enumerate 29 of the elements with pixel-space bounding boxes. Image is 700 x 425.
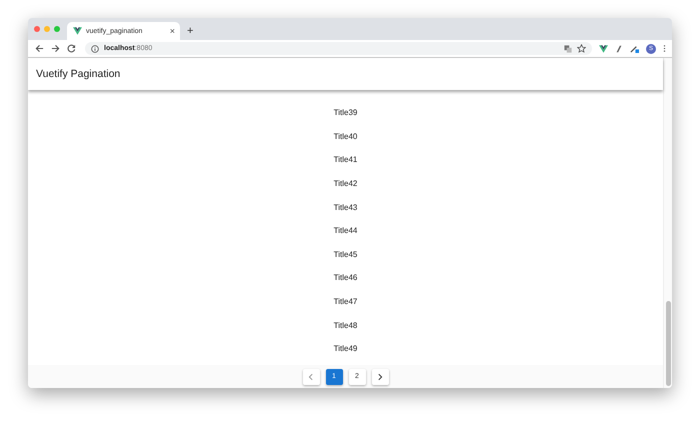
list-item: Title48 [332, 320, 358, 332]
reload-icon[interactable] [67, 44, 76, 53]
new-tab-button[interactable]: + [180, 25, 194, 40]
list-item: Title43 [332, 202, 358, 214]
list-item: Title39 [332, 107, 358, 120]
list-item: Title46 [332, 272, 358, 284]
pen-icon[interactable] [615, 44, 623, 52]
list-item: Title41 [332, 154, 358, 166]
list-item: Title45 [332, 248, 358, 261]
list-item: Title44 [332, 225, 358, 238]
list-item: Title40 [332, 130, 358, 143]
list-item: Title42 [332, 178, 358, 190]
list-item: Title49 [332, 343, 358, 356]
app-title: Vuetify Pagination [36, 68, 120, 80]
close-tab-button[interactable]: × [170, 26, 175, 36]
vue-logo-icon [73, 27, 82, 35]
eyedropper-icon[interactable] [630, 44, 639, 53]
forward-icon[interactable] [51, 44, 60, 53]
translate-icon[interactable] [564, 44, 572, 52]
info-icon [91, 44, 99, 52]
list-item: Title47 [332, 296, 358, 308]
menu-icon[interactable] [663, 44, 666, 53]
back-icon[interactable] [35, 44, 44, 53]
next-page-button[interactable] [372, 368, 388, 384]
chevron-left-icon [307, 372, 315, 380]
vue-devtools-icon[interactable] [599, 44, 608, 52]
chevron-right-icon [376, 372, 384, 380]
scrollbar-thumb[interactable] [666, 301, 670, 386]
star-icon[interactable] [577, 44, 586, 53]
